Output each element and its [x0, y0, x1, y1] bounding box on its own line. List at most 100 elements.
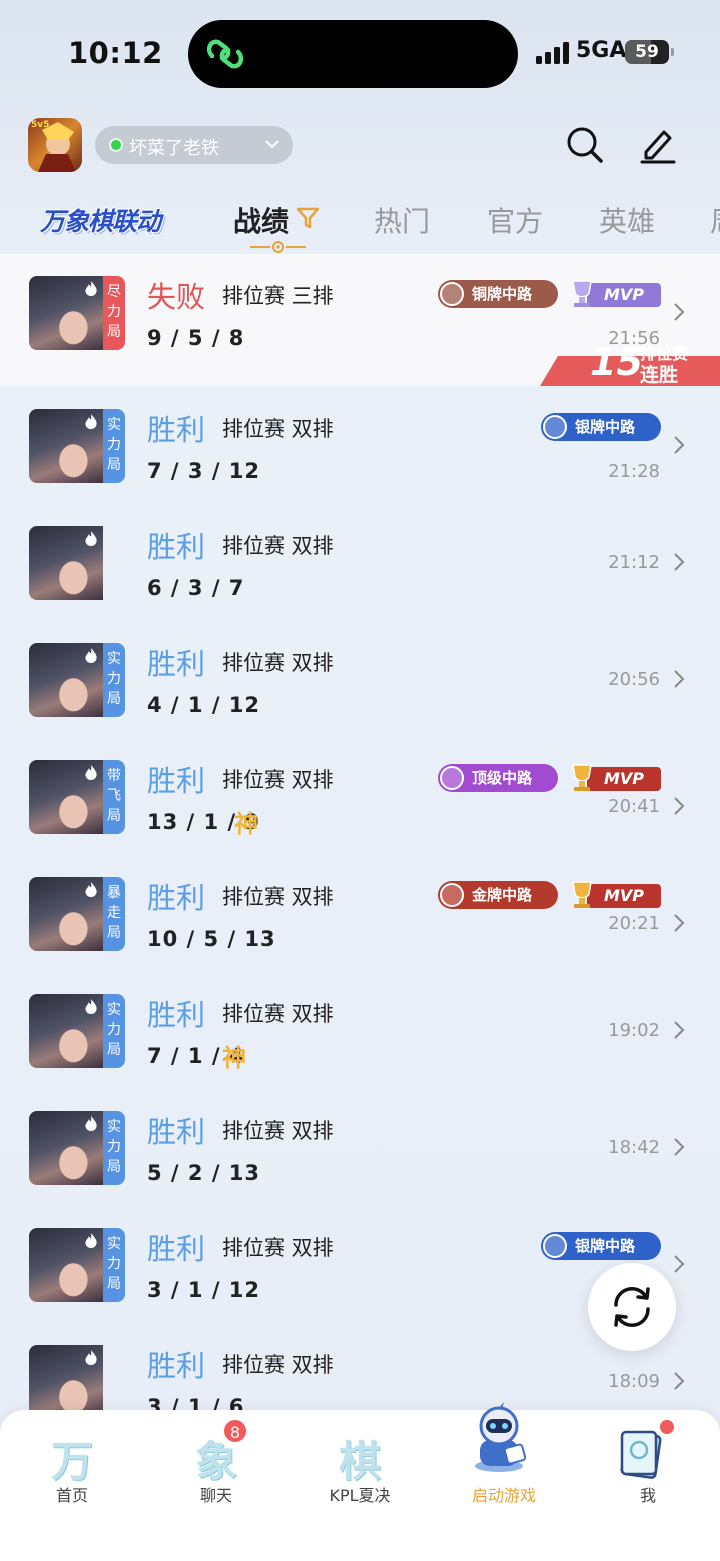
chevron-down-icon	[265, 140, 279, 149]
chevron-right-icon	[674, 1138, 685, 1156]
god-badge: 神	[234, 810, 258, 838]
nav-chat[interactable]: 象 聊天	[144, 1410, 288, 1520]
online-status-dot	[109, 138, 123, 152]
mvp-badge: MVP	[565, 762, 661, 794]
match-row[interactable]: 实 力 局胜利 排位赛 双排 4 / 1 / 12 20:56	[0, 621, 720, 738]
match-mode: 排位赛 双排	[222, 651, 334, 675]
hero-avatar: 实 力 局	[29, 1111, 125, 1185]
hero-avatar: 带 飞 局	[29, 760, 125, 834]
trophy-icon	[572, 764, 592, 791]
match-result: 胜利	[147, 413, 206, 447]
lane-icon	[543, 415, 567, 439]
battery-icon: 59	[625, 40, 674, 64]
flame-icon	[85, 281, 97, 296]
tab-record[interactable]: 战绩	[233, 200, 289, 240]
battery-level: 59	[635, 42, 659, 62]
tab-active-indicator	[250, 241, 306, 253]
match-mode: 排位赛 双排	[222, 768, 334, 792]
match-result: 失败	[147, 280, 206, 314]
lane-badge-label: 金牌中路	[472, 886, 533, 904]
match-tag: 实 力 局	[103, 409, 125, 483]
match-row[interactable]: 胜利 排位赛 双排 6 / 3 / 7 21:12	[0, 504, 720, 621]
match-kda: 4 / 1 / 12	[147, 693, 261, 717]
lane-badge-label: 银牌中路	[575, 418, 636, 436]
hero-avatar: 实 力 局	[29, 409, 125, 483]
flame-icon	[85, 999, 97, 1014]
chevron-right-icon	[674, 797, 685, 815]
match-row[interactable]: 尽 力 局失败 排位赛 三排 9 / 5 / 8 铜牌中路 MVP 21:56 15 排位赛连…	[0, 254, 720, 386]
match-row[interactable]: 实 力 局胜利 排位赛 双排 5 / 2 / 13 18:42	[0, 1089, 720, 1206]
match-mode: 排位赛 三排	[222, 284, 334, 308]
nav-kpl-label: KPL夏决	[329, 1486, 391, 1505]
bottom-nav: 万 首页 象 聊天 8 棋 KPL夏决 启动游戏 我	[0, 1402, 720, 1561]
match-tag: 暴 走 局	[103, 877, 125, 951]
game-app-icon[interactable]: 5v5	[28, 118, 82, 172]
kpl-glyph-icon: 棋	[338, 1437, 381, 1486]
lane-badge: 银牌中路	[541, 1232, 661, 1260]
match-mode: 排位赛 双排	[222, 1119, 334, 1143]
match-result: 胜利	[147, 1349, 206, 1383]
link-app-icon	[206, 39, 244, 69]
server-selector[interactable]: 坏菜了老铁	[95, 126, 293, 164]
match-row[interactable]: 带 飞 局胜利 排位赛 双排 13 / 1 / 9 神顶级中路 MVP 20:41	[0, 738, 720, 855]
nav-home[interactable]: 万 首页	[0, 1410, 144, 1520]
match-row[interactable]: 实 力 局胜利 排位赛 双排 7 / 3 / 12 银牌中路 21:28	[0, 387, 720, 504]
network-label: 5GA	[576, 38, 627, 63]
lane-badge-label: 顶级中路	[472, 769, 533, 787]
tab-bar: 万象棋联动 战绩 热门 官方 英雄 周	[0, 190, 720, 260]
status-time: 10:12	[68, 36, 163, 70]
flame-icon	[85, 882, 97, 897]
match-mode: 排位赛 双排	[222, 417, 334, 441]
match-mode: 排位赛 双排	[222, 1236, 334, 1260]
win-streak-banner: 15 排位赛 连胜	[540, 336, 720, 386]
tab-hot[interactable]: 热门	[374, 200, 430, 240]
nav-home-label: 首页	[55, 1486, 88, 1505]
match-time: 21:28	[608, 461, 660, 482]
status-bar: 10:12 5GA 59	[0, 0, 720, 100]
edit-icon[interactable]	[638, 124, 678, 164]
tab-official[interactable]: 官方	[487, 200, 543, 240]
lane-badge-label: 铜牌中路	[472, 285, 533, 303]
match-kda: 5 / 2 / 13	[147, 1161, 261, 1185]
filter-icon[interactable]	[296, 206, 320, 230]
hero-avatar: 实 力 局	[29, 643, 125, 717]
chat-unread-badge: 8	[222, 1418, 248, 1444]
match-time: 18:09	[608, 1371, 660, 1392]
lane-badge: 金牌中路	[438, 881, 558, 909]
flame-icon	[85, 531, 97, 546]
hero-avatar: 实 力 局	[29, 994, 125, 1068]
hero-avatar: 实 力 局	[29, 1228, 125, 1302]
flame-icon	[85, 765, 97, 780]
refresh-button[interactable]	[588, 1263, 676, 1351]
match-mode: 排位赛 双排	[222, 1353, 334, 1377]
tab-week[interactable]: 周	[710, 200, 720, 240]
signal-icon	[536, 42, 572, 64]
flame-icon	[85, 1116, 97, 1131]
search-icon[interactable]	[564, 124, 604, 164]
me-notification-dot	[660, 1420, 674, 1434]
lane-badge: 顶级中路	[438, 764, 558, 792]
nav-chat-label: 聊天	[199, 1486, 232, 1505]
match-result: 胜利	[147, 530, 206, 564]
nav-me-label: 我	[639, 1486, 656, 1505]
match-row[interactable]: 实 力 局胜利 排位赛 双排 7 / 1 / 4 神 19:02	[0, 972, 720, 1089]
lane-icon	[440, 766, 464, 790]
robot-mascot-icon	[475, 1402, 527, 1472]
match-result: 胜利	[147, 647, 206, 681]
tab-hero[interactable]: 英雄	[599, 200, 655, 240]
nav-kpl[interactable]: 棋 KPL夏决	[288, 1410, 432, 1520]
match-kda: 7 / 3 / 12	[147, 459, 261, 483]
match-row[interactable]: 暴 走 局胜利 排位赛 双排 10 / 5 / 13 金牌中路 MVP 20:21	[0, 855, 720, 972]
nav-launch-label: 启动游戏	[471, 1486, 536, 1505]
match-tag: 带 飞 局	[103, 760, 125, 834]
flame-icon	[85, 648, 97, 663]
tab-promo[interactable]: 万象棋联动	[40, 202, 161, 238]
chevron-right-icon	[674, 436, 685, 454]
match-kda: 9 / 5 / 8	[147, 326, 245, 350]
hero-avatar	[29, 1345, 125, 1410]
flame-icon	[85, 1350, 97, 1365]
match-time: 18:42	[608, 1137, 660, 1158]
chat-glyph-icon: 象	[194, 1437, 237, 1486]
match-kda: 3 / 1 / 6	[147, 1395, 245, 1410]
chevron-right-icon	[674, 553, 685, 571]
